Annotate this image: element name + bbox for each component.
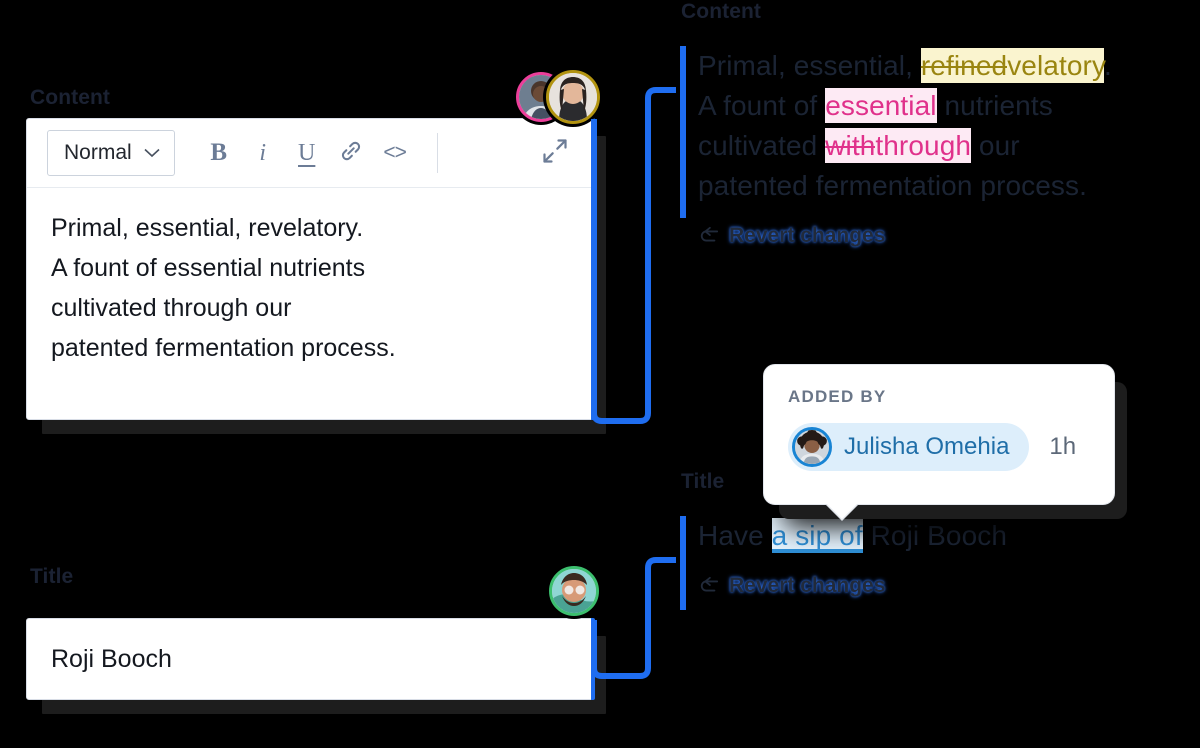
diff-line3-post: our — [971, 130, 1020, 161]
title-diff-line: Have a sip of Roji Booch — [698, 516, 1168, 556]
title-diff-post: Roji Booch — [862, 520, 1008, 551]
expand-button[interactable] — [533, 131, 577, 175]
code-button[interactable]: <> — [373, 131, 417, 175]
diff-line1-post: . — [1103, 50, 1112, 81]
diff-line2-pre: A fount of — [698, 90, 826, 121]
toolbar-divider — [436, 133, 438, 173]
title-diff-section-label: Title — [681, 470, 725, 493]
revert-changes-title-label: Revert changes — [729, 574, 886, 597]
diff-line3-pre: cultivated — [698, 130, 826, 161]
content-editor-card[interactable]: Normal B i U <> Primal, essential, revel… — [26, 118, 595, 420]
diff-line2-post: nutrients — [936, 90, 1053, 121]
italic-button[interactable]: i — [241, 131, 285, 175]
diff-deletion-with: with — [825, 128, 876, 163]
text-style-dropdown[interactable]: Normal — [47, 130, 175, 176]
title-input-value[interactable]: Roji Booch — [27, 619, 593, 699]
diff-insertion-velatory: velatory — [1007, 48, 1104, 83]
content-section-label: Content — [30, 86, 111, 109]
revert-changes-content-button[interactable]: Revert changes — [698, 224, 885, 248]
avatar-collaborator-3[interactable] — [549, 566, 599, 616]
title-diff-text: Have a sip of Roji Booch — [698, 516, 1168, 556]
code-label: <> — [383, 141, 407, 164]
title-section-label: Title — [30, 565, 74, 588]
added-by-time: 1h — [1049, 433, 1077, 460]
diff-line-4: patented fermentation process. — [698, 170, 1088, 201]
diff-line1-pre: Primal, essential, — [698, 50, 921, 81]
expand-icon — [541, 137, 569, 170]
revert-changes-title-button[interactable]: Revert changes — [698, 574, 885, 598]
italic-label: i — [259, 139, 267, 166]
chevron-down-icon — [144, 148, 160, 158]
text-style-value: Normal — [64, 141, 132, 164]
avatar-collaborator-2[interactable] — [546, 70, 600, 124]
link-button[interactable] — [329, 131, 373, 175]
revert-arrow-icon — [698, 226, 720, 246]
added-by-heading: ADDED BY — [788, 387, 887, 406]
diff-deletion-refined: refined — [920, 48, 1008, 83]
bold-button[interactable]: B — [197, 131, 241, 175]
bold-label: B — [210, 139, 228, 166]
content-diff-section-label: Content — [681, 0, 762, 23]
title-input-card[interactable]: Roji Booch — [26, 618, 595, 700]
link-icon — [338, 138, 364, 169]
added-by-user-name: Julisha Omehia — [844, 433, 1010, 460]
content-diff-text: Primal, essential, refinedvelatory. A fo… — [698, 46, 1178, 206]
title-diff-panel: Have a sip of Roji Booch Revert changes — [698, 516, 1168, 601]
added-by-user-pill[interactable]: Julisha Omehia — [788, 423, 1030, 471]
added-by-tooltip: ADDED BY Julisha Omehia 1h — [763, 364, 1115, 505]
underline-label: U — [298, 139, 316, 166]
title-diff-insertion: a sip of — [771, 518, 863, 553]
revert-changes-content-label: Revert changes — [729, 224, 886, 247]
avatar — [792, 427, 832, 467]
revert-arrow-icon — [698, 576, 720, 596]
underline-button[interactable]: U — [285, 131, 329, 175]
diff-line-3: cultivated withthrough our — [698, 126, 1178, 166]
diff-line-2: A fount of essential nutrients — [698, 86, 1178, 126]
added-by-row: Julisha Omehia 1h — [788, 423, 1090, 471]
canvas: Content Title Normal B i U <> Primal, es… — [0, 0, 1200, 748]
diff-line-1: Primal, essential, refinedvelatory. — [698, 46, 1178, 86]
diff-insertion-through: through — [875, 128, 972, 163]
title-diff-pre: Have — [698, 520, 772, 551]
content-diff-panel: Primal, essential, refinedvelatory. A fo… — [698, 46, 1178, 251]
content-editor-text[interactable]: Primal, essential, revelatory. A fount o… — [27, 188, 593, 388]
editor-toolbar: Normal B i U <> — [27, 119, 593, 188]
diff-insertion-essential: essential — [825, 88, 937, 123]
